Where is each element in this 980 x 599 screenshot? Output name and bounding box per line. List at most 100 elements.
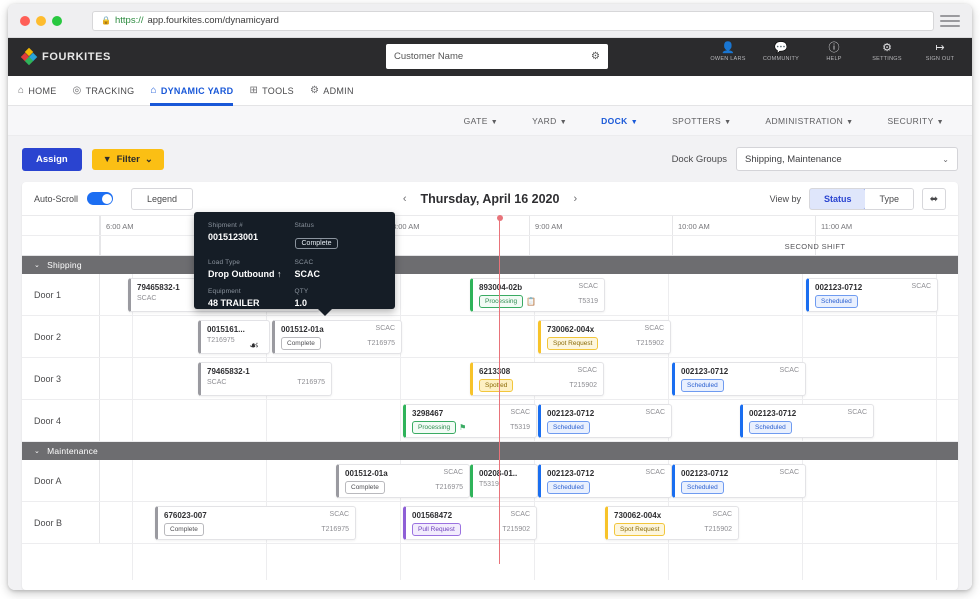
chevron-down-icon: ▼ — [846, 118, 854, 126]
appointment-card[interactable]: 002123-0712 SCAC Scheduled — [672, 362, 806, 396]
user-icon: 👤 — [721, 42, 735, 54]
lane-door-a: 001512-01a SCAC Complete T216975 00208-01.… — [100, 460, 958, 501]
door-row-door-2: Door 2 0015161... T216975 ☙ 001512-01a S… — [22, 316, 958, 358]
appointment-card[interactable]: 730062-004x SCAC Spot Request T215902 — [538, 320, 671, 354]
door-label-door-4: Door 4 — [22, 400, 100, 441]
gear-icon[interactable]: ⚙ — [591, 51, 600, 62]
status-badge: Scheduled — [815, 295, 858, 309]
appointment-trailer: T216975 — [297, 379, 325, 386]
appointment-card[interactable]: 001568472 SCAC Pull Request T215902 — [403, 506, 537, 540]
fourkites-logo[interactable]: FOURKITES — [20, 47, 162, 66]
group-label-maintenance: Maintenance — [47, 446, 98, 456]
assign-button[interactable]: Assign — [22, 147, 82, 171]
nav-item-admin[interactable]: ⚙ ADMIN — [310, 76, 354, 106]
lane-door-2: 0015161... T216975 ☙ 001512-01a SCAC Comp… — [100, 316, 958, 357]
appointment-card[interactable]: 001512-01a SCAC Complete T216975 — [272, 320, 402, 354]
current-time-indicator — [496, 215, 503, 564]
subnav-item-administration[interactable]: ADMINISTRATION ▼ — [765, 116, 853, 126]
appointment-card[interactable]: 001512-01a SCAC Complete T216975 — [336, 464, 470, 498]
current-date-label: Thursday, April 16 2020 — [420, 192, 560, 206]
user-name-label: OWEN LARS — [710, 56, 746, 62]
schedule-grid: 6:00 AM 7:00 AM 8:00 AM 9:00 AM 10:00 AM… — [22, 215, 958, 580]
expand-icon[interactable]: ⬌ — [922, 188, 946, 210]
hamburger-icon[interactable] — [940, 14, 960, 27]
cursor-icon: ☙ — [249, 340, 259, 352]
address-bar[interactable]: 🔒 https://app.fourkites.com/dynamicyard — [92, 10, 934, 31]
help-menu[interactable]: ⓘ HELP — [814, 41, 854, 62]
auto-scroll-toggle[interactable] — [87, 192, 114, 205]
door-label-door-b: Door B — [22, 502, 100, 543]
tooltip-loadtype-key: Load Type — [208, 259, 241, 266]
maximize-window-button[interactable] — [52, 15, 62, 26]
appointment-trailer: T5319 — [578, 298, 598, 306]
tooltip-qty-value: 1.0 — [294, 298, 308, 308]
subnav-item-yard[interactable]: YARD ▼ — [532, 116, 567, 126]
chevron-down-icon: ▼ — [936, 118, 944, 126]
status-badge: Pull Request — [412, 523, 461, 537]
signout-label: SIGN OUT — [925, 56, 955, 62]
help-icon: ⓘ — [828, 42, 840, 54]
door-row-door-1: Door 1 79465832-1 SCACT216975 89 — [22, 274, 958, 316]
group-header-maintenance[interactable]: ⌄ Maintenance — [22, 442, 958, 460]
subnav-item-dock[interactable]: DOCK ▼ — [601, 116, 638, 126]
tooltip-loadtype-value: Drop Outbound ↑ — [208, 269, 282, 279]
view-by-controls: View by Status Type ⬌ — [770, 188, 946, 210]
nav-label-home: HOME — [28, 85, 57, 96]
status-badge: Scheduled — [547, 481, 590, 495]
appointment-card[interactable]: 730062-004x SCAC Spot Request T215902 — [605, 506, 739, 540]
subnav-item-gate[interactable]: GATE ▼ — [464, 116, 498, 126]
close-window-button[interactable] — [20, 15, 30, 26]
chevron-right-icon[interactable]: › — [573, 193, 577, 205]
tooltip-status-key: Status — [294, 222, 315, 229]
gear-icon: ⚙ — [882, 42, 892, 54]
appointment-shipment: 79465832-1 — [137, 283, 180, 292]
sign-out-button[interactable]: ↦ SIGN OUT — [920, 41, 960, 62]
minimize-window-button[interactable] — [36, 15, 46, 26]
appointment-shipment: 6213308 — [479, 367, 511, 376]
dock-groups-label: Dock Groups — [671, 153, 727, 165]
dock-groups-select[interactable]: Shipping, Maintenance ⌄ — [736, 147, 958, 171]
appointment-card[interactable]: 002123-0712 SCAC Scheduled — [538, 404, 672, 438]
appointment-card[interactable]: 0015161... T216975 ☙ — [198, 320, 270, 354]
appointment-card[interactable]: 3298467 SCAC Processing ⚑ T5319 — [403, 404, 537, 438]
appointment-card[interactable]: 00208-01.. T5319 — [470, 464, 538, 498]
appointment-card[interactable]: 893004-02b SCAC Processing 📋 T5319 — [470, 278, 605, 312]
appointment-card[interactable]: 002123-0712 SCAC Scheduled — [538, 464, 672, 498]
appointment-card[interactable]: 79465832-1 SCAC T216975 — [198, 362, 332, 396]
nav-item-tools[interactable]: ⊞ TOOLS — [249, 76, 294, 106]
appointment-shipment: 893004-02b — [479, 283, 523, 292]
nav-item-home[interactable]: ⌂ HOME — [18, 76, 57, 106]
chevron-down-icon: ▼ — [724, 118, 732, 126]
group-header-shipping[interactable]: ⌄ Shipping — [22, 256, 958, 274]
status-badge: Scheduled — [749, 421, 792, 435]
appointment-card[interactable]: 002123-0712 SCAC Scheduled — [740, 404, 874, 438]
settings-menu[interactable]: ⚙ SETTINGS — [867, 41, 907, 62]
appointment-card[interactable]: 676023-007 SCAC Complete T216975 — [155, 506, 356, 540]
appointment-card[interactable]: 002123-0712 SCAC Scheduled — [806, 278, 938, 312]
appointment-card[interactable]: 002123-0712 SCAC Scheduled — [672, 464, 806, 498]
status-badge: Spot Request — [614, 523, 666, 537]
nav-item-tracking[interactable]: ◎ TRACKING — [73, 76, 135, 106]
user-menu[interactable]: 👤 OWEN LARS — [708, 41, 748, 62]
status-badge: Scheduled — [681, 481, 724, 495]
window-controls[interactable] — [20, 15, 82, 26]
appointment-trailer: T216975 — [207, 337, 235, 344]
nav-item-dynamic-yard[interactable]: ⌂ DYNAMIC YARD — [150, 76, 234, 106]
filter-button[interactable]: ▼ Filter ⌄ — [91, 148, 164, 170]
subnav-item-security[interactable]: SECURITY ▼ — [887, 116, 944, 126]
nav-label-dynamic-yard: DYNAMIC YARD — [160, 85, 234, 96]
brand-name-primary: FOUR — [42, 51, 76, 63]
view-by-status-option[interactable]: Status — [809, 189, 867, 209]
appointment-card[interactable]: 6213308 SCAC Spotted T215902 — [470, 362, 604, 396]
community-menu[interactable]: 💬 COMMUNITY — [761, 41, 801, 62]
customer-name-input[interactable]: Customer Name ⚙ — [386, 44, 608, 69]
status-badge: Spotted — [479, 379, 514, 393]
chevron-left-icon[interactable]: ‹ — [403, 193, 407, 205]
subnav-label-security: SECURITY — [887, 115, 934, 126]
view-by-type-option[interactable]: Type — [865, 189, 913, 209]
door-row-door-b: Door B 676023-007 SCAC Complete T216975 — [22, 502, 958, 544]
board-header: Auto-Scroll Legend ‹ Thursday, April 16 … — [22, 182, 958, 216]
brand-name-secondary: KITES — [75, 51, 111, 63]
legend-button[interactable]: Legend — [131, 187, 194, 210]
subnav-item-spotters[interactable]: SPOTTERS ▼ — [672, 116, 731, 126]
